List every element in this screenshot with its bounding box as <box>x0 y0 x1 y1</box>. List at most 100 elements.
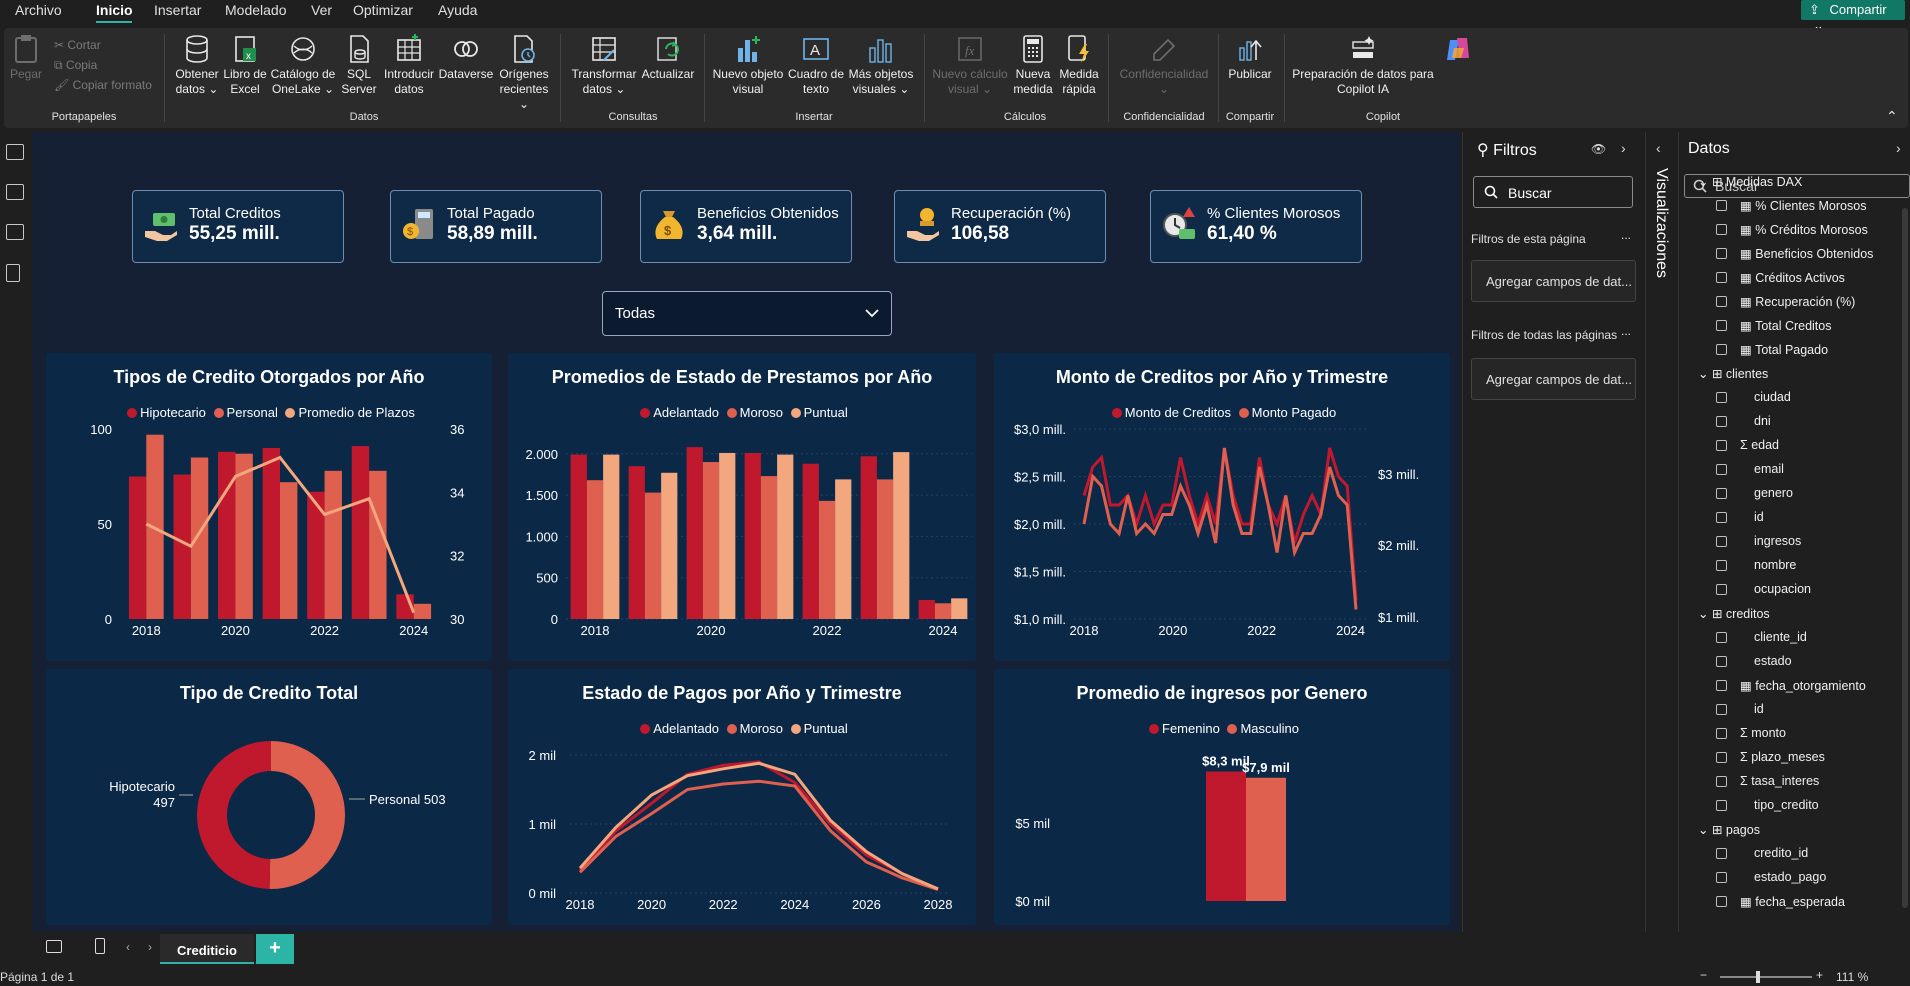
quick-measure-button[interactable]: Medida rápida <box>1056 34 1102 97</box>
field-checkbox[interactable] <box>1716 272 1727 283</box>
new-visual-button[interactable]: Nuevo objeto visual <box>710 34 786 97</box>
field-checkbox[interactable] <box>1716 848 1727 859</box>
field-item[interactable]: ▦ Beneficios Obtenidos <box>1716 246 1873 261</box>
field-checkbox[interactable] <box>1716 224 1727 235</box>
new-visual-calc-button[interactable]: fx Nuevo cálculo visual ⌄ <box>930 34 1010 97</box>
get-data-button[interactable]: Obtener datos ⌄ <box>172 34 222 97</box>
table-view-icon[interactable] <box>6 184 24 200</box>
field-item[interactable]: ocupacion <box>1716 582 1811 596</box>
menu-insertar[interactable]: Insertar <box>154 2 201 18</box>
field-item[interactable]: estado <box>1716 654 1792 668</box>
field-item[interactable]: tipo_credito <box>1716 798 1819 812</box>
kpi-recuperacion[interactable]: Recuperación (%) 106,58 <box>894 190 1106 263</box>
field-checkbox[interactable] <box>1716 872 1727 883</box>
field-checkbox[interactable] <box>1716 680 1727 691</box>
menu-ver[interactable]: Ver <box>311 2 332 18</box>
chart-payment-status-by-quarter[interactable]: Estado de Pagos por Año y Trimestre Adel… <box>508 669 976 925</box>
dataverse-button[interactable]: Dataverse <box>436 34 496 82</box>
add-page-button[interactable]: + <box>256 934 294 964</box>
add-fields-all-pages[interactable]: Agregar campos de dat... <box>1471 358 1636 400</box>
data-scrollbar[interactable] <box>1902 208 1908 908</box>
more-options-icon[interactable]: ... <box>1621 228 1631 242</box>
zoom-slider[interactable] <box>1720 976 1812 978</box>
visualizations-collapsed[interactable]: ‹ Visualizaciones <box>1645 132 1679 932</box>
add-fields-this-page[interactable]: Agregar campos de dat... <box>1471 260 1636 302</box>
menu-ayuda[interactable]: Ayuda <box>438 2 477 18</box>
field-checkbox[interactable] <box>1716 776 1727 787</box>
field-checkbox[interactable] <box>1716 464 1727 475</box>
field-checkbox[interactable] <box>1716 392 1727 403</box>
field-item[interactable]: ingresos <box>1716 534 1801 548</box>
more-visuals-button[interactable]: Más objetos visuales ⌄ <box>846 34 916 97</box>
report-view-icon[interactable] <box>6 144 24 160</box>
table-node[interactable]: ⌄ ⊞ creditos <box>1698 606 1770 621</box>
collapse-ribbon-icon[interactable]: ⌃ <box>1886 108 1898 125</box>
previous-page-icon[interactable]: ‹ <box>126 940 130 954</box>
zoom-in-icon[interactable]: + <box>1816 968 1823 982</box>
field-item[interactable]: Σ monto <box>1716 726 1786 740</box>
share-button[interactable]: ⇪ Compartir ⌄ <box>1801 0 1905 33</box>
eye-icon[interactable]: 👁 <box>1591 142 1606 156</box>
field-checkbox[interactable] <box>1716 656 1727 667</box>
table-node[interactable]: ⌄ ⊞ clientes <box>1698 366 1768 381</box>
enter-data-button[interactable]: Introducir datos <box>380 34 438 97</box>
table-node[interactable]: ⌄ ⊞ pagos <box>1698 822 1760 837</box>
field-checkbox[interactable] <box>1716 800 1727 811</box>
kpi-total-pagado[interactable]: $ Total Pagado 58,89 mill. <box>390 190 602 263</box>
new-measure-button[interactable]: Nueva medida <box>1010 34 1056 97</box>
table-node[interactable]: ⌄ ⊞ Medidas DAX <box>1698 174 1802 189</box>
kpi-clientes-morosos[interactable]: % Clientes Morosos 61,40 % <box>1150 190 1362 263</box>
format-painter-button[interactable]: 🖌 Copiar formato <box>54 78 152 92</box>
field-checkbox[interactable] <box>1716 752 1727 763</box>
field-item[interactable]: ▦ % Créditos Morosos <box>1716 222 1868 237</box>
field-checkbox[interactable] <box>1716 296 1727 307</box>
kpi-total-creditos[interactable]: Total Creditos 55,25 mill. <box>132 190 344 263</box>
collapse-data-icon[interactable]: › <box>1896 140 1901 156</box>
year-slicer-dropdown[interactable]: Todas <box>602 291 892 336</box>
field-checkbox[interactable] <box>1716 536 1727 547</box>
chart-credit-type-total[interactable]: Tipo de Credito Total Personal 503 Hipote… <box>46 669 492 925</box>
onelake-button[interactable]: Catálogo de OneLake ⌄ <box>268 34 338 97</box>
field-item[interactable]: ▦ Total Pagado <box>1716 342 1828 357</box>
menu-archivo[interactable]: Archivo <box>15 2 62 18</box>
copy-button[interactable]: ⧉ Copia <box>54 58 97 73</box>
expand-visualizations-icon[interactable]: ‹ <box>1656 140 1661 156</box>
chart-credit-amount-by-quarter[interactable]: Monto de Creditos por Año y Trimestre Mo… <box>994 353 1450 661</box>
page-tab-crediticio[interactable]: Crediticio <box>160 934 254 964</box>
kpi-beneficios[interactable]: $ Beneficios Obtenidos 3,64 mill. <box>640 190 852 263</box>
sensitivity-button[interactable]: Confidencialidad ⌄ <box>1114 34 1214 97</box>
field-checkbox[interactable] <box>1716 344 1727 355</box>
field-item[interactable]: Σ plazo_meses <box>1716 750 1825 764</box>
field-checkbox[interactable] <box>1716 560 1727 571</box>
dax-query-icon[interactable] <box>6 264 20 282</box>
more-options-icon[interactable]: ... <box>1621 324 1631 338</box>
menu-optimizar[interactable]: Optimizar <box>353 2 413 18</box>
field-checkbox[interactable] <box>1716 200 1727 211</box>
field-item[interactable]: ▦ Recuperación (%) <box>1716 294 1855 309</box>
field-item[interactable]: ▦ % Clientes Morosos <box>1716 198 1866 213</box>
field-checkbox[interactable] <box>1716 512 1727 523</box>
field-checkbox[interactable] <box>1716 584 1727 595</box>
field-item[interactable]: email <box>1716 462 1784 476</box>
field-checkbox[interactable] <box>1716 416 1727 427</box>
field-item[interactable]: ▦ fecha_otorgamiento <box>1716 678 1866 693</box>
field-checkbox[interactable] <box>1716 704 1727 715</box>
field-item[interactable]: dni <box>1716 414 1771 428</box>
next-page-icon[interactable]: › <box>148 940 152 954</box>
field-item[interactable]: credito_id <box>1716 846 1808 860</box>
field-item[interactable]: ▦ fecha_esperada <box>1716 894 1845 909</box>
field-checkbox[interactable] <box>1716 896 1727 907</box>
transform-data-button[interactable]: Transformar datos ⌄ <box>568 34 640 97</box>
field-checkbox[interactable] <box>1716 320 1727 331</box>
field-checkbox[interactable] <box>1716 248 1727 259</box>
sql-server-button[interactable]: SQL Server <box>338 34 380 97</box>
field-item[interactable]: ▦ Créditos Activos <box>1716 270 1845 285</box>
mobile-layout-icon[interactable] <box>95 938 105 954</box>
field-item[interactable]: ▦ Total Creditos <box>1716 318 1832 333</box>
text-box-button[interactable]: A Cuadro de texto <box>786 34 846 97</box>
chart-credit-types-by-year[interactable]: Tipos de Credito Otorgados por Año Hipot… <box>46 353 492 661</box>
refresh-button[interactable]: Actualizar <box>638 34 698 82</box>
cut-button[interactable]: ✂ Cortar <box>54 38 101 52</box>
field-checkbox[interactable] <box>1716 632 1727 643</box>
desktop-layout-icon[interactable] <box>46 940 62 953</box>
